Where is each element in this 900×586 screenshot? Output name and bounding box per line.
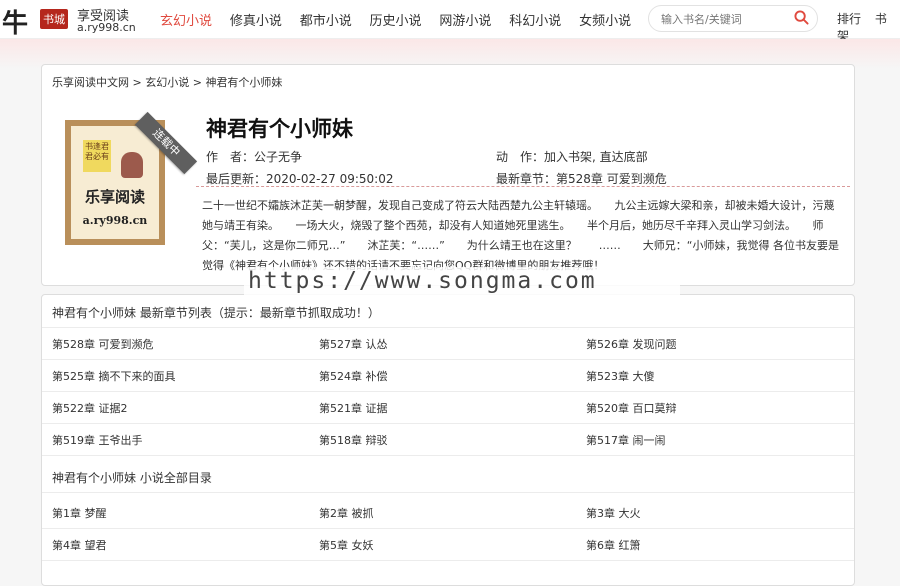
- updated-line: 最后更新：2020-02-27 09:50:02: [206, 170, 393, 187]
- author-name[interactable]: 公子无争: [254, 150, 302, 164]
- latest-chapters-header: 神君有个小师妹 最新章节列表（提示：最新章节抓取成功！）: [42, 295, 854, 328]
- chapter-link[interactable]: 第524章 补偿: [319, 368, 388, 384]
- top-bar: 牛 书城 享受阅读 a.ry998.cn 玄幻小说 修真小说 都市小说 历史小说…: [0, 0, 900, 43]
- chapter-link[interactable]: 第517章 闹一闹: [586, 432, 666, 448]
- chapter-link[interactable]: 第520章 百口莫辩: [586, 400, 677, 416]
- logo-domain: a.ry998.cn: [77, 21, 136, 34]
- breadcrumb-category[interactable]: 玄幻小说: [145, 76, 189, 89]
- chapter-link[interactable]: 第3章 大火: [586, 505, 641, 521]
- chapter-link[interactable]: 第525章 摘不下来的面具: [52, 368, 176, 384]
- cover-stamp: 书逢君 君必有: [83, 140, 111, 172]
- site-logo[interactable]: 牛 书城 享受阅读 a.ry998.cn: [2, 3, 147, 39]
- watermark-text: https://www.songma.com: [248, 268, 597, 294]
- breadcrumb: 乐享阅读中文网 > 玄幻小说 > 神君有个小师妹: [52, 74, 282, 90]
- chapter-link[interactable]: 第6章 红箫: [586, 537, 641, 553]
- book-info-panel: 乐享阅读中文网 > 玄幻小说 > 神君有个小师妹 书逢君 君必有 乐享阅读 a.…: [41, 64, 855, 286]
- chapter-link[interactable]: 第5章 女妖: [319, 537, 374, 553]
- chapter-row: 第4章 望君 第5章 女妖 第6章 红箫: [42, 529, 854, 561]
- latest-label: 最新章节：: [496, 172, 557, 186]
- chapter-link[interactable]: 第518章 辩驳: [319, 432, 388, 448]
- nav-item-kehuan[interactable]: 科幻小说: [509, 10, 561, 29]
- nav-item-dushi[interactable]: 都市小说: [300, 10, 352, 29]
- add-to-shelf-link[interactable]: 加入书架: [544, 150, 592, 164]
- logo-badge: 书城: [40, 9, 68, 29]
- chapter-list-panel: 神君有个小师妹 最新章节列表（提示：最新章节抓取成功！） 第528章 可爱到濒危…: [41, 294, 855, 586]
- info-divider: [196, 186, 850, 187]
- chapter-row: 第528章 可爱到濒危 第527章 认怂 第526章 发现问题: [42, 328, 854, 360]
- cover-domain: a.ry998.cn: [82, 214, 148, 227]
- main-nav: 玄幻小说 修真小说 都市小说 历史小说 网游小说 科幻小说 女频小说: [160, 10, 645, 29]
- chapter-link[interactable]: 第1章 梦醒: [52, 505, 107, 521]
- all-chapters-title: 神君有个小师妹 小说全部目录: [52, 471, 212, 485]
- go-bottom-link[interactable]: 直达底部: [600, 150, 648, 164]
- chapter-row: 第1章 梦醒 第2章 被抓 第3章 大火: [42, 497, 854, 529]
- chapter-link[interactable]: 第2章 被抓: [319, 505, 374, 521]
- updated-label: 最后更新：: [206, 172, 267, 186]
- breadcrumb-home[interactable]: 乐享阅读中文网: [52, 76, 129, 89]
- nav-item-wangyou[interactable]: 网游小说: [439, 10, 491, 29]
- action-line: 动 作：加入书架, 直达底部: [496, 148, 648, 165]
- breadcrumb-current[interactable]: 神君有个小师妹: [205, 76, 282, 89]
- search-icon[interactable]: [794, 10, 809, 25]
- cover-title: 乐享阅读: [84, 188, 145, 206]
- latest-chapter-link[interactable]: 第528章 可爱到濒危: [556, 172, 667, 186]
- breadcrumb-separator-1: >: [132, 76, 142, 89]
- nav-item-xuanhuan[interactable]: 玄幻小说: [160, 10, 212, 29]
- latest-line: 最新章节：第528章 可爱到濒危: [496, 170, 667, 187]
- latest-chapters-title: 神君有个小师妹 最新章节列表（提示：最新章节抓取成功！）: [52, 306, 380, 320]
- ranking-link[interactable]: 排行: [837, 12, 861, 26]
- chapter-link[interactable]: 第528章 可爱到濒危: [52, 336, 154, 352]
- chapter-link[interactable]: 第519章 王爷出手: [52, 432, 143, 448]
- chapter-row: 第525章 摘不下来的面具 第524章 补偿 第523章 大傻: [42, 360, 854, 392]
- book-title: 神君有个小师妹: [206, 117, 353, 141]
- action-label: 动 作：: [496, 150, 545, 164]
- chapter-link[interactable]: 第521章 证据: [319, 400, 388, 416]
- updated-time: 2020-02-27 09:50:02: [266, 172, 394, 186]
- chapter-row: 第522章 证据2 第521章 证据 第520章 百口莫辩: [42, 392, 854, 424]
- author-line: 作 者：公子无争: [206, 148, 302, 165]
- chapter-link[interactable]: 第522章 证据2: [52, 400, 128, 416]
- chapter-link[interactable]: 第526章 发现问题: [586, 336, 677, 352]
- cover-figure-icon: [121, 152, 143, 178]
- breadcrumb-separator-2: >: [192, 76, 202, 89]
- all-chapters-header: 神君有个小师妹 小说全部目录: [42, 460, 854, 493]
- nav-item-nvpin[interactable]: 女频小说: [579, 10, 631, 29]
- chapter-link[interactable]: 第527章 认怂: [319, 336, 388, 352]
- action-separator: ,: [592, 150, 600, 164]
- chapter-link[interactable]: 第4章 望君: [52, 537, 107, 553]
- search-input[interactable]: [659, 9, 791, 29]
- nav-item-xiuzhen[interactable]: 修真小说: [230, 10, 282, 29]
- nav-item-lishi[interactable]: 历史小说: [370, 10, 422, 29]
- chapter-row: 第519章 王爷出手 第518章 辩驳 第517章 闹一闹: [42, 424, 854, 456]
- chapter-link[interactable]: 第523章 大傻: [586, 368, 655, 384]
- search-box: [648, 5, 818, 32]
- book-description: 二十一世纪不孀族沐芷芙一朝梦醒，发现自己变成了符云大陆西楚九公主轩辕瑶。 九公主…: [202, 199, 839, 272]
- author-label: 作 者：: [206, 150, 255, 164]
- logo-mark: 牛: [2, 9, 29, 39]
